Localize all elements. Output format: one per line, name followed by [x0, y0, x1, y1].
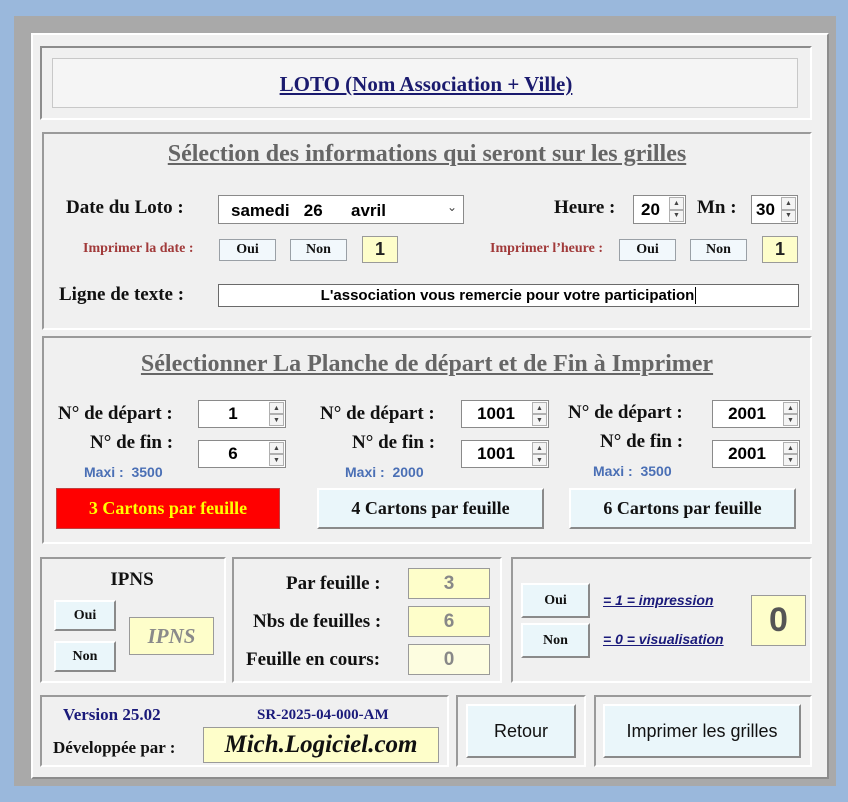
planche-heading: Sélectionner La Planche de départ et de … [140, 351, 714, 377]
developer-name: Mich.Logiciel.com [203, 727, 439, 763]
fin-value-3: 2001 [728, 444, 766, 463]
impression-text: = 1 = impression [603, 592, 714, 608]
fin-stepper-2[interactable]: 1001 ▲ ▼ [461, 440, 549, 468]
spin-up-icon[interactable]: ▲ [669, 197, 684, 210]
text-line-label: Ligne de texte : [59, 284, 185, 305]
fin-label-2: N° de fin : [352, 432, 436, 453]
maxi-label-1: Maxi : 3500 [84, 464, 163, 480]
cartons-3-button[interactable]: 3 Cartons par feuille [56, 488, 280, 529]
print-date-flag: 1 [362, 236, 398, 263]
spin-down-icon[interactable]: ▼ [532, 414, 547, 426]
ipns-badge: IPNS [129, 617, 214, 655]
heure-stepper[interactable]: 20 ▲ ▼ [633, 195, 686, 224]
spin-down-icon[interactable]: ▼ [532, 454, 547, 466]
reference-text: SR-2025-04-000-AM [257, 707, 389, 723]
par-feuille-label: Par feuille : [286, 573, 381, 594]
info-heading: Sélection des informations qui seront su… [167, 141, 687, 167]
retour-button[interactable]: Retour [466, 704, 576, 758]
cartons-4-button[interactable]: 4 Cartons par feuille [317, 488, 544, 529]
cartons-6-button[interactable]: 6 Cartons par feuille [569, 488, 796, 529]
spin-down-icon[interactable]: ▼ [669, 209, 684, 222]
print-heure-oui-button[interactable]: Oui [619, 239, 676, 261]
mode-value: 0 [751, 595, 806, 646]
fin-stepper-3[interactable]: 2001 ▲ ▼ [712, 440, 800, 468]
depart-value-1: 1 [228, 404, 238, 423]
spin-down-icon[interactable]: ▼ [269, 454, 284, 466]
print-date-oui-button[interactable]: Oui [219, 239, 276, 261]
spin-up-icon[interactable]: ▲ [269, 442, 284, 454]
maxi-label-3: Maxi : 3500 [593, 463, 672, 479]
mn-label: Mn : [697, 197, 737, 218]
nbs-feuilles-label: Nbs de feuilles : [253, 611, 382, 632]
depart-label-3: N° de départ : [568, 402, 683, 423]
depart-stepper-1[interactable]: 1 ▲ ▼ [198, 400, 286, 428]
print-date-non-button[interactable]: Non [290, 239, 347, 261]
depart-label-2: N° de départ : [320, 403, 435, 424]
fin-stepper-1[interactable]: 6 ▲ ▼ [198, 440, 286, 468]
maxi-label-2: Maxi : 2000 [345, 464, 424, 480]
developer-label: Développée par : [53, 738, 176, 757]
spin-up-icon[interactable]: ▲ [783, 402, 798, 414]
chevron-down-icon: ⌄ [446, 200, 457, 214]
nbs-feuilles-value: 6 [408, 606, 490, 637]
spin-down-icon[interactable]: ▼ [783, 454, 798, 466]
fin-label-3: N° de fin : [600, 431, 684, 452]
spin-up-icon[interactable]: ▲ [269, 402, 284, 414]
spin-up-icon[interactable]: ▲ [783, 442, 798, 454]
print-heure-flag: 1 [762, 236, 798, 263]
depart-value-3: 2001 [728, 404, 766, 423]
print-date-label: Imprimer la date : [83, 241, 194, 256]
depart-stepper-3[interactable]: 2001 ▲ ▼ [712, 400, 800, 428]
imprimer-grilles-button[interactable]: Imprimer les grilles [603, 704, 801, 758]
text-line-value: L'association vous remercie pour votre p… [320, 287, 697, 304]
spin-down-icon[interactable]: ▼ [269, 414, 284, 426]
depart-label-1: N° de départ : [58, 403, 173, 424]
print-heure-non-button[interactable]: Non [690, 239, 747, 261]
spin-up-icon[interactable]: ▲ [532, 402, 547, 414]
feuille-en-cours-value: 0 [408, 644, 490, 675]
spin-up-icon[interactable]: ▲ [781, 197, 796, 210]
date-select-value: samedi 26 avril [231, 201, 386, 220]
depart-stepper-2[interactable]: 1001 ▲ ▼ [461, 400, 549, 428]
spin-down-icon[interactable]: ▼ [781, 209, 796, 222]
ipns-oui-button[interactable]: Oui [54, 600, 116, 631]
page-title: LOTO (Nom Association + Ville) [279, 72, 573, 96]
fin-value-1: 6 [228, 444, 238, 463]
ipns-title: IPNS [110, 569, 154, 590]
heure-label: Heure : [554, 197, 616, 218]
fin-value-2: 1001 [477, 444, 515, 463]
visualisation-text: = 0 = visualisation [603, 631, 724, 647]
mode-non-button[interactable]: Non [521, 623, 590, 658]
ipns-non-button[interactable]: Non [54, 641, 116, 672]
date-select[interactable]: samedi 26 avril ⌄ [218, 195, 464, 224]
date-label: Date du Loto : [66, 197, 184, 218]
fin-label-1: N° de fin : [90, 432, 174, 453]
par-feuille-value: 3 [408, 568, 490, 599]
heure-value: 20 [641, 199, 660, 219]
spin-up-icon[interactable]: ▲ [532, 442, 547, 454]
text-line-input[interactable]: L'association vous remercie pour votre p… [218, 284, 799, 307]
version-text: Version 25.02 [63, 705, 161, 724]
feuille-en-cours-label: Feuille en cours: [246, 649, 381, 670]
spin-down-icon[interactable]: ▼ [783, 414, 798, 426]
mn-value: 30 [756, 199, 775, 219]
title-panel: LOTO (Nom Association + Ville) [40, 46, 812, 120]
print-heure-label: Imprimer l’heure : [490, 241, 604, 256]
mn-stepper[interactable]: 30 ▲ ▼ [751, 195, 798, 224]
depart-value-2: 1001 [477, 404, 515, 423]
mode-oui-button[interactable]: Oui [521, 583, 590, 618]
